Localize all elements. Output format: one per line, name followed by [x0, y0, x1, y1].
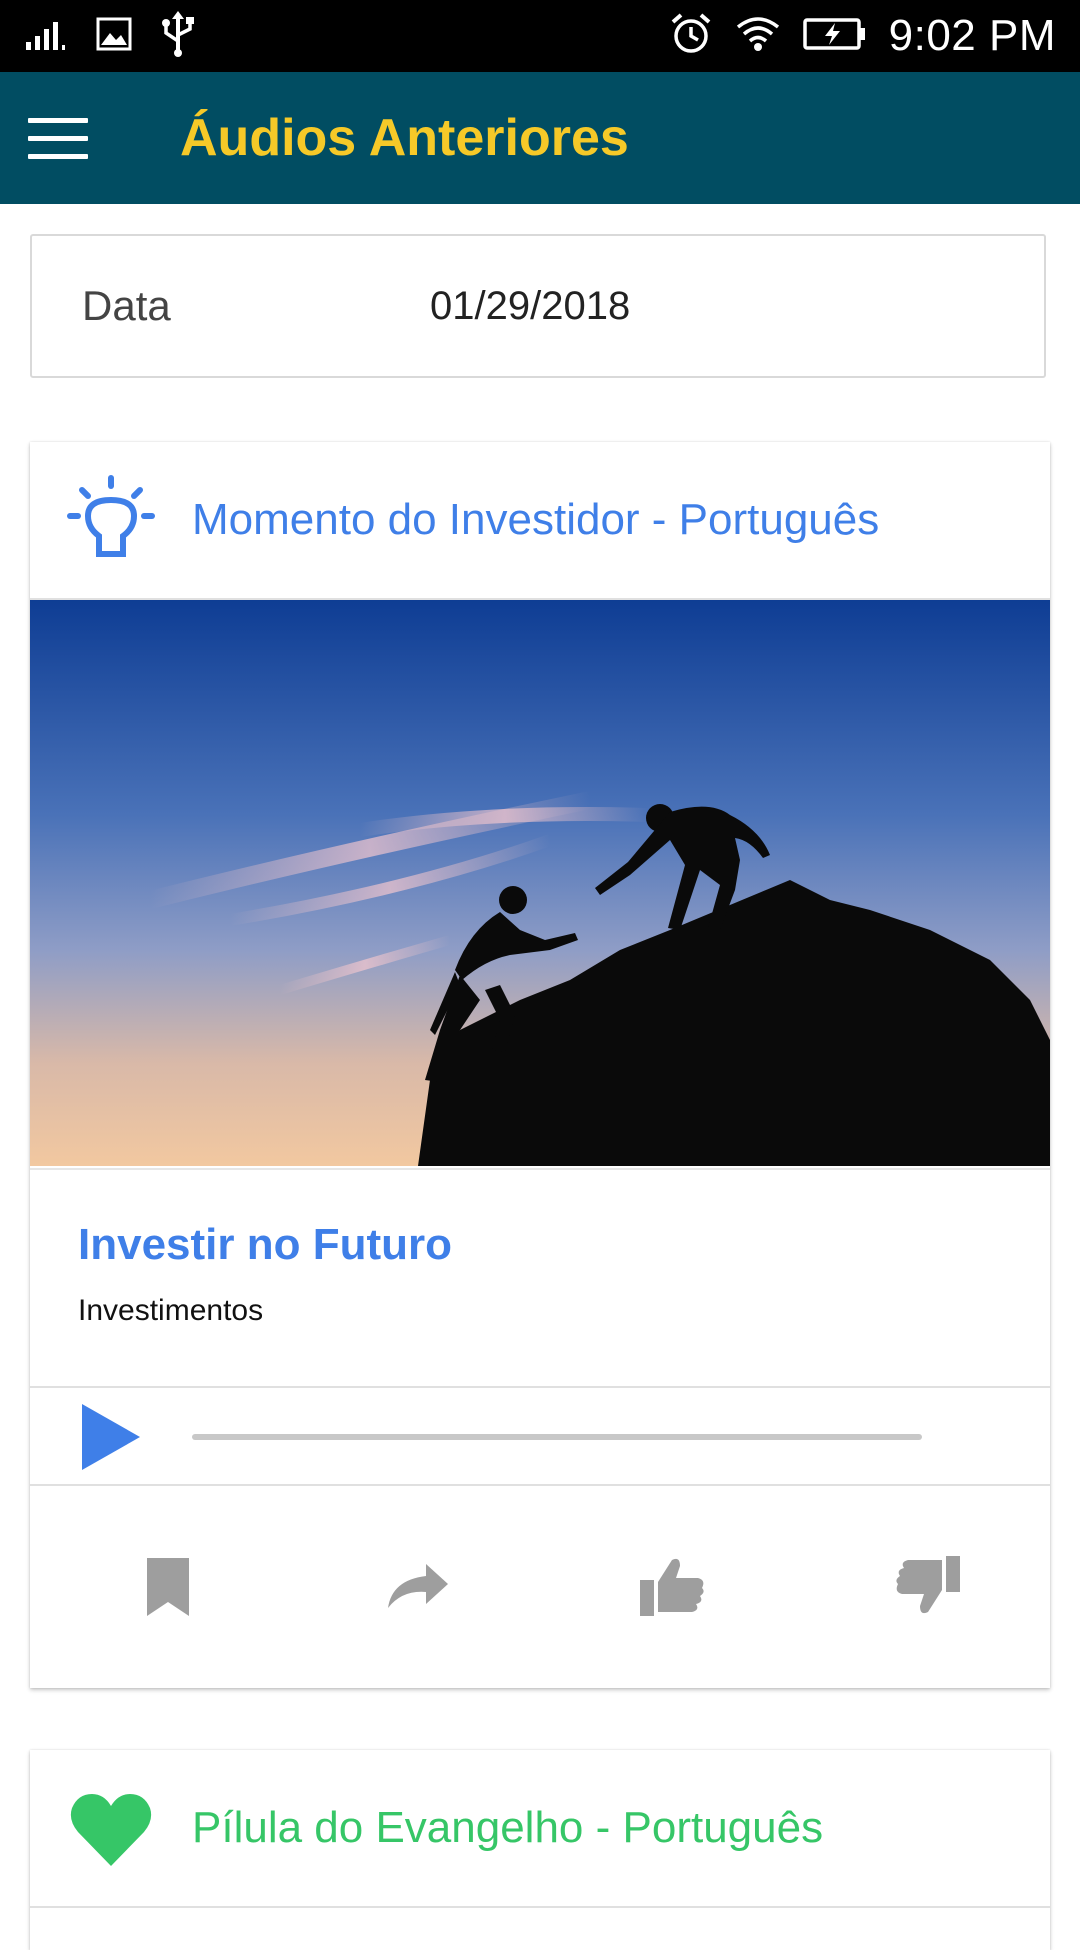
- image-icon: [96, 17, 132, 56]
- lightbulb-icon: [66, 472, 156, 568]
- clock-time: 9:02 PM: [888, 11, 1056, 60]
- card-header[interactable]: Momento do Investidor - Português: [30, 442, 1050, 600]
- play-icon[interactable]: [78, 1402, 142, 1472]
- app-toolbar: Áudios Anteriores: [0, 72, 1080, 204]
- thumbs-down-icon[interactable]: [892, 1550, 964, 1622]
- thumbs-up-icon[interactable]: [636, 1550, 708, 1622]
- hamburger-menu-icon[interactable]: [22, 102, 94, 174]
- episode-title: Investir no Futuro: [78, 1220, 452, 1269]
- bookmark-icon[interactable]: [132, 1550, 204, 1622]
- audio-card: Pílula do Evangelho - Português: [30, 1750, 1050, 1950]
- wifi-icon: [735, 15, 781, 58]
- date-value[interactable]: 01/29/2018: [430, 236, 630, 376]
- usb-icon: [158, 10, 198, 62]
- share-icon[interactable]: [382, 1550, 454, 1622]
- date-label: Data: [82, 282, 171, 329]
- action-bar: [30, 1484, 1050, 1688]
- audio-card: Momento do Investidor - Português Invest…: [30, 442, 1050, 1688]
- episode-category: Investimentos: [78, 1294, 264, 1327]
- page-title: Áudios Anteriores: [180, 109, 629, 167]
- card-title: Pílula do Evangelho - Português: [192, 1803, 824, 1852]
- episode-info[interactable]: Investir no Futuro Investimentos: [30, 1168, 1050, 1388]
- card-header[interactable]: Pílula do Evangelho - Português: [30, 1750, 1050, 1908]
- status-bar: 9:02 PM: [0, 0, 1080, 72]
- heart-icon: [66, 1780, 156, 1876]
- battery-charging-icon: [802, 17, 867, 56]
- audio-player: [30, 1386, 1050, 1486]
- card-title: Momento do Investidor - Português: [192, 495, 880, 544]
- date-picker-field[interactable]: Data 01/29/2018: [30, 234, 1046, 378]
- alarm-icon: [669, 12, 713, 61]
- episode-image: [30, 600, 1050, 1166]
- audio-progress-bar[interactable]: [192, 1434, 922, 1440]
- signal-icon: [24, 16, 70, 57]
